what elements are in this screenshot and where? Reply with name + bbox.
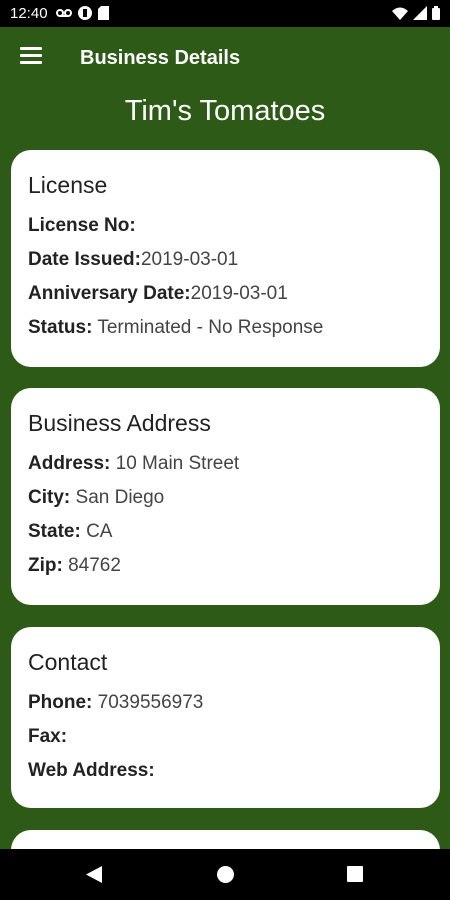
date-issued-row: Date Issued:2019-03-01	[28, 249, 423, 283]
anniversary-date-label: Anniversary Date:	[28, 283, 191, 304]
license-no-label: License No:	[28, 215, 136, 236]
zip-label: Zip:	[28, 555, 63, 576]
recent-apps-icon[interactable]	[347, 866, 363, 882]
phone-label: Phone:	[28, 692, 93, 713]
home-icon[interactable]	[217, 866, 234, 883]
voicemail-icon	[56, 9, 72, 17]
status-label: Status:	[28, 317, 93, 338]
business-address-card: Business Address Address: 10 Main Street…	[11, 388, 440, 605]
phone-row: Phone: 7039556973	[28, 692, 423, 726]
circle-badge-icon	[78, 6, 92, 20]
address-value: 10 Main Street	[115, 453, 240, 474]
state-label: State:	[28, 521, 81, 542]
city-label: City:	[28, 487, 71, 508]
app-title: Business Details	[80, 47, 241, 69]
phone-value[interactable]: 7039556973	[98, 692, 204, 713]
signal-icon	[413, 6, 427, 20]
date-issued-label: Date Issued:	[28, 249, 141, 270]
fax-row: Fax:	[28, 726, 423, 760]
zip-value: 84762	[68, 555, 121, 576]
contact-title: Contact	[28, 649, 108, 675]
status-bar: 12:40	[0, 0, 450, 27]
date-issued-value: 2019-03-01	[140, 249, 239, 270]
license-card: License License No: Date Issued:2019-03-…	[11, 150, 440, 367]
menu-icon[interactable]	[20, 47, 42, 65]
sd-card-icon	[98, 6, 109, 20]
city-row: City: San Diego	[28, 487, 423, 521]
back-icon[interactable]	[86, 866, 102, 883]
anniversary-date-row: Anniversary Date:2019-03-01	[28, 283, 423, 317]
wifi-icon	[392, 7, 408, 20]
web-address-row: Web Address:	[28, 760, 423, 794]
business-name: Tim's Tomatoes	[124, 95, 326, 127]
status-value: Terminated - No Response	[97, 317, 324, 338]
status-row: Status: Terminated - No Response	[28, 317, 423, 351]
address-row: Address: 10 Main Street	[28, 453, 423, 487]
fax-label: Fax:	[28, 726, 68, 747]
web-address-label: Web Address:	[28, 760, 155, 781]
battery-icon	[432, 6, 440, 20]
state-value: CA	[86, 521, 113, 542]
contact-card: Contact Phone: 7039556973 Fax: Web Addre…	[11, 627, 440, 808]
status-time: 12:40	[10, 5, 48, 22]
license-no-row: License No:	[28, 215, 423, 249]
address-label: Address:	[28, 453, 111, 474]
anniversary-date-value: 2019-03-01	[190, 283, 288, 304]
status-icons-right	[392, 6, 440, 20]
status-icons-left	[56, 6, 109, 20]
license-title: License	[28, 172, 108, 198]
city-value: San Diego	[75, 487, 165, 508]
state-row: State: CA	[28, 521, 423, 555]
zip-row: Zip: 84762	[28, 555, 423, 589]
app-bar: Business Details	[0, 27, 450, 89]
address-title: Business Address	[28, 410, 211, 436]
navigation-bar	[0, 849, 450, 900]
